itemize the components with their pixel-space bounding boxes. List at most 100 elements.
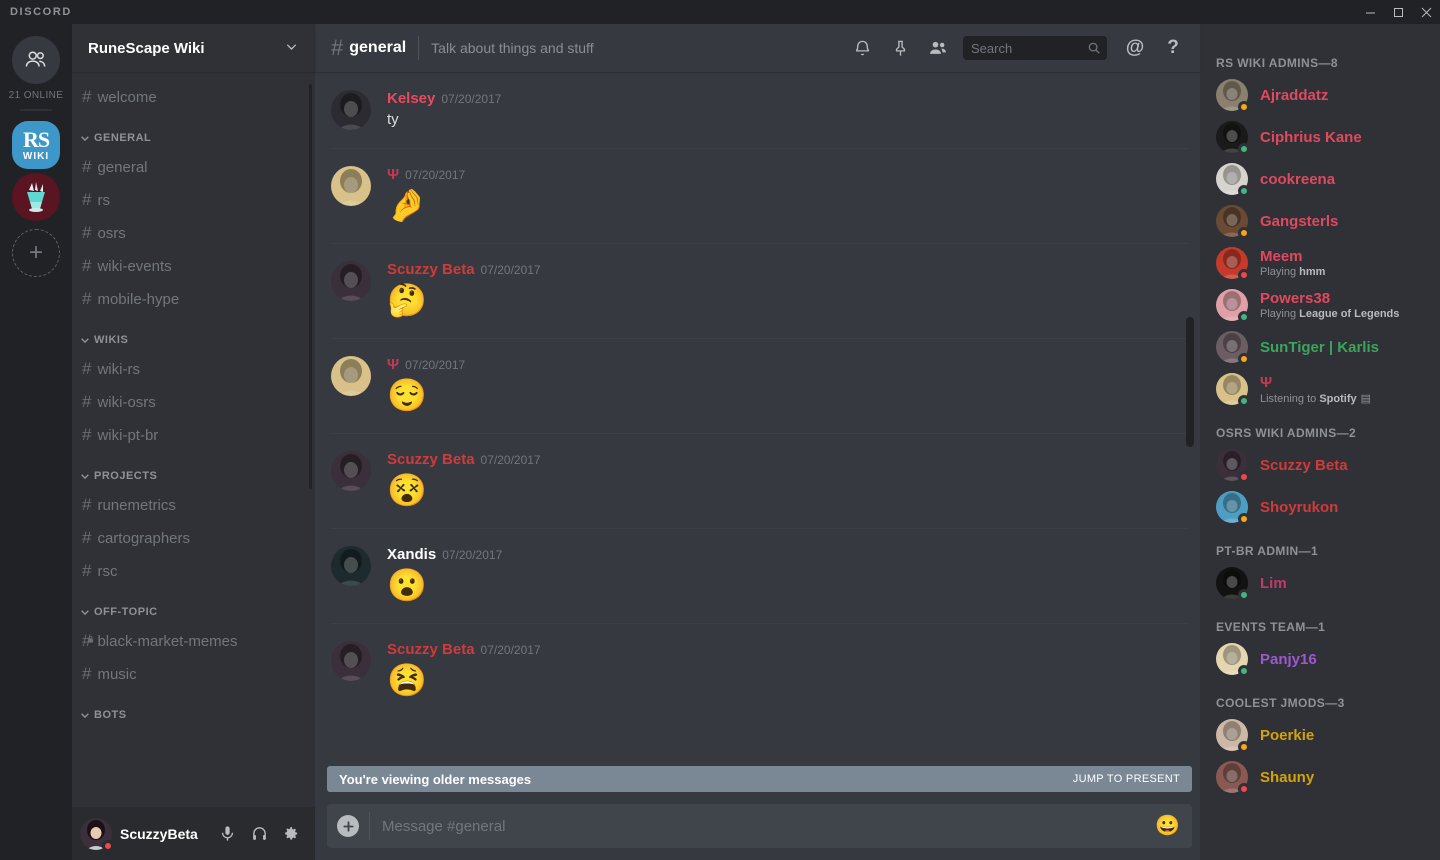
online-count: 21 ONLINE — [8, 90, 64, 101]
member-name: Ajraddatz — [1260, 86, 1329, 104]
channel-item-rs[interactable]: # rs — [72, 184, 307, 216]
channel-item-wiki-pt-br[interactable]: # wiki-pt-br — [72, 419, 307, 451]
avatar[interactable] — [331, 546, 371, 586]
message-list[interactable]: Kelsey 07/20/2017 ty Ψ 07/20/2017 🤌 Scuzzy Bet… — [315, 72, 1200, 766]
channel-list-scrollbar[interactable] — [309, 84, 312, 489]
hash-icon: # — [82, 223, 92, 242]
channel-item-wiki-events[interactable]: # wiki-events — [72, 250, 307, 282]
member-item[interactable]: Lim — [1200, 562, 1440, 604]
member-item[interactable]: cookreena — [1200, 158, 1440, 200]
member-item[interactable]: Meem Playing hmm — [1200, 242, 1440, 284]
direct-messages-button[interactable] — [12, 36, 60, 84]
members-icon[interactable] — [922, 32, 954, 64]
message-text: ty — [387, 111, 399, 128]
channel-category-wikis[interactable]: WIKIS — [72, 316, 315, 352]
channel-item-wiki-osrs[interactable]: # wiki-osrs — [72, 386, 307, 418]
search-input[interactable]: Search — [963, 36, 1107, 60]
message-author[interactable]: Ψ — [387, 356, 399, 373]
emoji-picker-icon[interactable]: 😀 — [1155, 816, 1180, 836]
member-item[interactable]: Powers38 Playing League of Legends — [1200, 284, 1440, 326]
message-timestamp: 07/20/2017 — [405, 168, 466, 182]
member-item[interactable]: Panjy16 — [1200, 638, 1440, 680]
member-item[interactable]: Gangsterls — [1200, 200, 1440, 242]
status-badge — [1238, 227, 1250, 239]
channel-item-general[interactable]: # general — [72, 151, 307, 183]
channel-item-osrs[interactable]: # osrs — [72, 217, 307, 249]
status-badge — [1238, 143, 1250, 155]
message-author[interactable]: Ψ — [387, 166, 399, 183]
avatar[interactable] — [331, 641, 371, 681]
chevron-down-icon — [80, 471, 90, 481]
server-icon-osrs[interactable] — [12, 173, 60, 221]
hash-icon: # — [82, 256, 92, 275]
older-messages-text: You're viewing older messages — [339, 771, 532, 787]
member-item[interactable]: Shauny — [1200, 756, 1440, 798]
older-messages-bar[interactable]: You're viewing older messages JUMP TO PR… — [327, 766, 1192, 792]
status-badge — [1238, 471, 1250, 483]
channel-item-black-market-memes[interactable]: # black-market-memes — [72, 625, 307, 657]
message-author[interactable]: Scuzzy Beta — [387, 261, 475, 278]
message-composer[interactable]: Message #general 😀 — [327, 804, 1192, 848]
avatar[interactable] — [331, 356, 371, 396]
message-body: Kelsey 07/20/2017 ty — [387, 90, 1190, 148]
channel-item-welcome[interactable]: # welcome — [72, 81, 307, 113]
avatar[interactable] — [331, 90, 371, 130]
member-item[interactable]: Ajraddatz — [1200, 74, 1440, 116]
avatar[interactable] — [80, 817, 114, 852]
channel-list[interactable]: # welcome GENERAL # general # rs # osrs # wiki-e… — [72, 72, 315, 807]
add-server-button[interactable]: + — [12, 229, 60, 277]
channel-category-general[interactable]: GENERAL — [72, 114, 315, 150]
message-scrollbar[interactable] — [1186, 317, 1194, 447]
mentions-icon[interactable]: @ — [1119, 32, 1151, 64]
avatar[interactable] — [331, 451, 371, 491]
member-item[interactable]: Ψ Listening to Spotify ▤ — [1200, 368, 1440, 410]
jump-to-present-button[interactable]: JUMP TO PRESENT — [1073, 773, 1180, 785]
member-name: Ψ — [1260, 373, 1273, 391]
message-author[interactable]: Xandis — [387, 546, 436, 563]
channel-category-projects[interactable]: PROJECTS — [72, 452, 315, 488]
channel-category-off-topic[interactable]: OFF-TOPIC — [72, 588, 315, 624]
member-activity: Playing League of Legends — [1260, 308, 1400, 320]
avatar — [1216, 761, 1250, 795]
server-icon-runescape-wiki[interactable]: RS WIKI — [12, 121, 60, 169]
member-name: Shauny — [1260, 768, 1315, 786]
mentions-label: @ — [1125, 37, 1145, 58]
headphones-icon[interactable] — [243, 818, 275, 850]
attach-button[interactable] — [337, 815, 359, 837]
channel-item-cartographers[interactable]: # cartographers — [72, 522, 307, 554]
server-rail: 21 ONLINE RS WIKI + — [0, 24, 72, 860]
minimize-button[interactable] — [1356, 0, 1384, 24]
channel-category-bots[interactable]: BOTS — [72, 691, 315, 727]
message-author[interactable]: Scuzzy Beta — [387, 451, 475, 468]
close-button[interactable] — [1412, 0, 1440, 24]
add-server-label: + — [28, 239, 43, 266]
message-author[interactable]: Scuzzy Beta — [387, 641, 475, 658]
mic-icon[interactable] — [211, 818, 243, 850]
avatar — [1216, 205, 1250, 239]
hash-icon: # — [82, 359, 92, 378]
channel-item-wiki-rs[interactable]: # wiki-rs — [72, 353, 307, 385]
bell-icon[interactable] — [846, 32, 878, 64]
message-author[interactable]: Kelsey — [387, 90, 435, 107]
channel-item-music[interactable]: # music — [72, 658, 307, 690]
avatar — [1216, 373, 1250, 407]
member-info: Scuzzy Beta — [1260, 457, 1432, 474]
gear-icon[interactable] — [275, 818, 307, 850]
pin-icon[interactable] — [884, 32, 916, 64]
help-icon[interactable]: ? — [1157, 32, 1189, 64]
avatar[interactable] — [331, 166, 371, 206]
member-item[interactable]: SunTiger | Karlis — [1200, 326, 1440, 368]
member-item[interactable]: Ciphrius Kane — [1200, 116, 1440, 158]
member-item[interactable]: Shoyrukon — [1200, 486, 1440, 528]
guild-header-button[interactable]: RuneScape Wiki — [72, 24, 315, 72]
channel-item-mobile-hype[interactable]: # mobile-hype — [72, 283, 307, 315]
avatar[interactable] — [331, 261, 371, 301]
channel-item-runemetrics[interactable]: # runemetrics — [72, 489, 307, 521]
member-item[interactable]: Poerkie — [1200, 714, 1440, 756]
member-list[interactable]: RS WIKI ADMINS—8 Ajraddatz Ciphrius Kane co… — [1200, 24, 1440, 860]
member-item[interactable]: Scuzzy Beta — [1200, 444, 1440, 486]
member-info: Poerkie — [1260, 727, 1432, 744]
lock-icon — [87, 628, 94, 643]
maximize-button[interactable] — [1384, 0, 1412, 24]
channel-item-rsc[interactable]: # rsc — [72, 555, 307, 587]
